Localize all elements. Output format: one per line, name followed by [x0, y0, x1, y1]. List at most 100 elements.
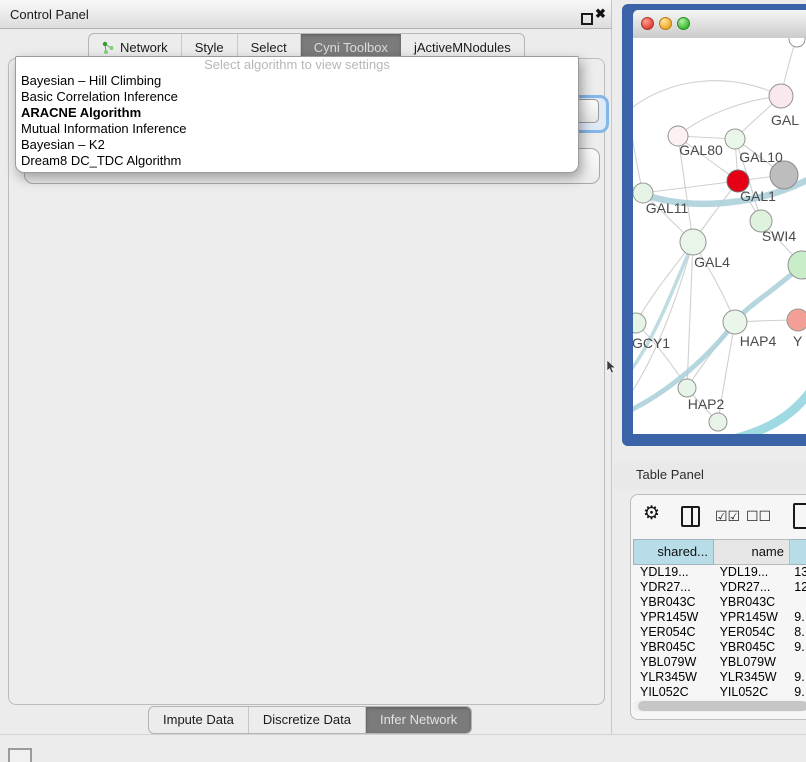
- tab-infer-network[interactable]: Infer Network: [366, 707, 471, 733]
- table-cell: YBR043C: [713, 595, 788, 610]
- table-cell: YIL052C: [713, 685, 788, 699]
- deselect-all-checkboxes-icon[interactable]: ☐☐: [746, 508, 771, 525]
- table-panel-header: Table Panel: [614, 461, 806, 489]
- columns-icon[interactable]: [681, 506, 700, 527]
- table-cell: YBL079W: [633, 655, 713, 670]
- node-label-gal1: GAL1: [740, 188, 776, 204]
- app-root: Control Panel ✖ NetworkStyleSelectCyni T…: [0, 0, 806, 762]
- table-cell: 9.: [787, 640, 806, 655]
- table-cell: 13: [787, 565, 806, 580]
- select-all-checkboxes-icon[interactable]: ☑☑: [715, 508, 740, 525]
- table-cell: YER054C: [713, 625, 788, 640]
- algorithm-dropdown-list: Select algorithm to view settings Bayesi…: [15, 56, 579, 173]
- column-header-shared[interactable]: shared...: [633, 539, 714, 565]
- network-node-gal4[interactable]: [680, 229, 706, 255]
- dropdown-items: Bayesian – Hill ClimbingBasic Correlatio…: [16, 73, 578, 169]
- network-canvas[interactable]: GALGAL80GAL10GAL1GAL11SWI4GAL4GCY1HAP4YH…: [633, 38, 806, 434]
- table-panel-title: Table Panel: [636, 467, 704, 482]
- window-divider: [0, 734, 806, 735]
- dropdown-item-basic-correlation-inference[interactable]: Basic Correlation Inference: [16, 89, 578, 105]
- table-cell: 9.: [787, 670, 806, 685]
- tab-label: Cyni Toolbox: [314, 40, 388, 55]
- table-cell: YLR345W: [633, 670, 713, 685]
- gear-icon[interactable]: ⚙: [643, 503, 660, 525]
- export-table-icon[interactable]: [793, 503, 806, 529]
- network-graph: GALGAL80GAL10GAL1GAL11SWI4GAL4GCY1HAP4YH…: [633, 38, 806, 434]
- network-edge: [729, 388, 806, 434]
- zoom-traffic-light[interactable]: [677, 17, 690, 30]
- table-cell: YLR345W: [713, 670, 788, 685]
- network-node-gcy1[interactable]: [633, 313, 646, 333]
- close-icon[interactable]: ✖: [595, 6, 606, 22]
- network-window-titlebar[interactable]: [633, 10, 806, 39]
- table-cell: YBL079W: [713, 655, 788, 670]
- network-node[interactable]: [789, 38, 805, 47]
- scrollbar-thumb[interactable]: [638, 701, 806, 711]
- table-row[interactable]: YER054CYER054C8.: [633, 625, 806, 640]
- network-edge: [633, 81, 781, 110]
- dropdown-item-bayesian-k2[interactable]: Bayesian – K2: [16, 137, 578, 153]
- table-cell: 12: [787, 580, 806, 595]
- node-label-hap4: HAP4: [740, 333, 777, 349]
- table-cell: YIL052C: [633, 685, 713, 699]
- table-row[interactable]: YBL079WYBL079W: [633, 655, 806, 670]
- table-cell: YDL19...: [633, 565, 713, 580]
- table-horizontal-scrollbar[interactable]: [633, 700, 805, 712]
- network-node-hap2[interactable]: [678, 379, 696, 397]
- table-row[interactable]: YLR345WYLR345W9.: [633, 670, 806, 685]
- table-cell: 9.: [787, 685, 806, 699]
- column-header-2[interactable]: [790, 539, 806, 565]
- table-cell: YDR27...: [633, 580, 713, 595]
- node-label-gal10: GAL10: [739, 149, 783, 165]
- cyni-bottom-tabbar: Impute DataDiscretize DataInfer Network: [148, 706, 472, 734]
- dropdown-item-bayesian-hill-climbing[interactable]: Bayesian – Hill Climbing: [16, 73, 578, 89]
- tab-label: Network: [120, 40, 168, 55]
- network-node-hap4[interactable]: [723, 310, 747, 334]
- dock-corner-icon[interactable]: [8, 748, 32, 762]
- table-cell: YPR145W: [633, 610, 713, 625]
- table-row[interactable]: YBR045CYBR045C9.: [633, 640, 806, 655]
- network-node-gal10[interactable]: [725, 129, 745, 149]
- minimize-traffic-light[interactable]: [659, 17, 672, 30]
- node-label-y: Y: [793, 333, 803, 349]
- node-label-gal80: GAL80: [679, 142, 723, 158]
- dropdown-item-mutual-information-inference[interactable]: Mutual Information Inference: [16, 121, 578, 137]
- tab-label: jActiveMNodules: [414, 40, 511, 55]
- table-row[interactable]: YIL052CYIL052C9.: [633, 685, 806, 699]
- table-cell: YER054C: [633, 625, 713, 640]
- network-node[interactable]: [709, 413, 727, 431]
- table-row[interactable]: YDR27...YDR27...12: [633, 580, 806, 595]
- float-panel-icon[interactable]: [581, 13, 593, 25]
- dropdown-item-dream8-dc-tdc-algorithm[interactable]: Dream8 DC_TDC Algorithm: [16, 153, 578, 169]
- table-cell: YBR045C: [633, 640, 713, 655]
- table-cell: 8.: [787, 625, 806, 640]
- network-icon: [102, 41, 115, 55]
- node-label-gal: GAL: [771, 112, 799, 128]
- close-traffic-light[interactable]: [641, 17, 654, 30]
- node-label-gcy1: GCY1: [633, 335, 670, 351]
- tab-discretize-data[interactable]: Discretize Data: [249, 707, 366, 733]
- mouse-cursor: [606, 360, 618, 374]
- table-rows: YDL19...YDL19...13YDR27...YDR27...12YBR0…: [633, 565, 806, 699]
- network-node-y[interactable]: [787, 309, 806, 331]
- table-cell: YDL19...: [713, 565, 788, 580]
- column-header-name[interactable]: name: [714, 539, 790, 565]
- node-label-gal4: GAL4: [694, 254, 730, 270]
- table-row[interactable]: YPR145WYPR145W9.: [633, 610, 806, 625]
- table-row[interactable]: YBR043CYBR043C: [633, 595, 806, 610]
- table-row[interactable]: YDL19...YDL19...13: [633, 565, 806, 580]
- dropdown-item-aracne-algorithm[interactable]: ARACNE Algorithm: [16, 105, 578, 121]
- node-label-swi4: SWI4: [762, 228, 796, 244]
- table-panel-body: ⚙ ☑☑ ☐☐ shared...name YDL19...YDL19...13…: [630, 494, 806, 720]
- node-label-hap2: HAP2: [688, 396, 725, 412]
- table-cell: YPR145W: [713, 610, 788, 625]
- table-cell: 9.: [787, 610, 806, 625]
- network-edge: [678, 96, 781, 136]
- table-cell: YBR043C: [633, 595, 713, 610]
- panel-title: Control Panel: [10, 7, 89, 22]
- tab-impute-data[interactable]: Impute Data: [149, 707, 249, 733]
- network-node[interactable]: [770, 161, 798, 189]
- dropdown-hint: Select algorithm to view settings: [16, 57, 578, 73]
- table-header-row: shared...name: [633, 539, 806, 565]
- network-node-gal[interactable]: [769, 84, 793, 108]
